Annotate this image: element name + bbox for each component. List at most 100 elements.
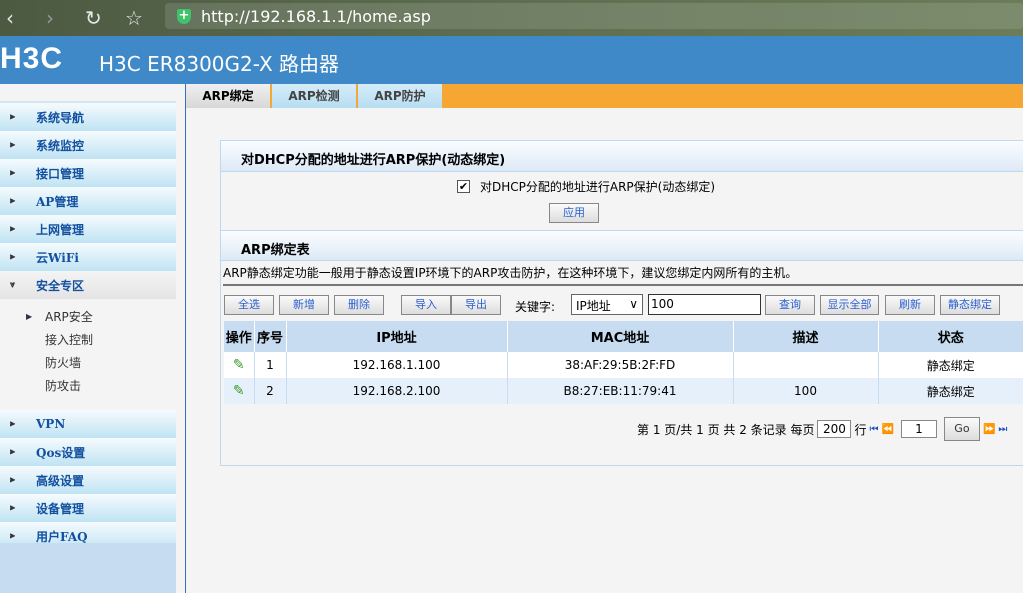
label: VPN: [36, 417, 66, 431]
cell-ip: 192.168.1.100: [286, 352, 508, 378]
sidebar: ⫸ 系统导航 ⫸ 系统监控 ⫸ 接口管理 ⫸ AP管理 ⫸ 上网管理 ⫸ 云WiFi ⩔ 安全…: [0, 84, 176, 593]
expand-icon: ⫸: [10, 503, 16, 513]
cell-mac: B8:27:EB:11:79:41: [507, 378, 734, 404]
section-dhcp-title: 对DHCP分配的地址进行ARP保护(动态绑定): [221, 141, 1023, 172]
tab-arp-protection[interactable]: ARP防护: [358, 84, 442, 108]
page-input[interactable]: 1: [900, 420, 937, 438]
collapse-icon: ⩔: [10, 280, 16, 290]
label: 防攻击: [45, 379, 82, 393]
h3c-logo: H3C: [0, 42, 64, 75]
submenu-access-control[interactable]: 接入控制: [0, 328, 176, 351]
show-all-button[interactable]: 显示全部: [820, 295, 879, 315]
section-arp-table-title: ARP绑定表: [221, 230, 1023, 261]
cell-ip: 192.168.2.100: [286, 378, 508, 404]
tab-arp-binding[interactable]: ARP绑定: [186, 84, 270, 108]
sidebar-item-advanced[interactable]: ⫸ 高级设置: [0, 466, 176, 494]
expand-icon: ⫸: [10, 140, 16, 150]
cell-status: 静态绑定: [878, 378, 1023, 404]
label: ARP安全: [45, 310, 93, 324]
back-icon[interactable]: ‹: [6, 6, 14, 30]
sidebar-item-device[interactable]: ⫸ 设备管理: [0, 494, 176, 522]
sidebar-item-interface[interactable]: ⫸ 接口管理: [0, 159, 176, 187]
static-bind-button[interactable]: 静态绑定: [940, 295, 1000, 315]
col-ip: IP地址: [286, 321, 508, 352]
selected-value: IP地址: [576, 299, 611, 313]
submenu-firewall[interactable]: 防火墙: [0, 351, 176, 374]
shield-icon: +: [177, 8, 191, 24]
delete-button[interactable]: 删除: [334, 295, 384, 315]
cell-no: 2: [254, 378, 287, 404]
table-row: ✎ 1 192.168.1.100 38:AF:29:5B:2F:FD 静态绑定: [224, 352, 1023, 378]
label: 接口管理: [36, 166, 85, 181]
submenu-arp-security[interactable]: ▶ ARP安全: [0, 305, 176, 328]
sidebar-item-security[interactable]: ⩔ 安全专区: [0, 271, 176, 299]
apply-button[interactable]: 应用: [549, 203, 599, 223]
add-button[interactable]: 新增: [279, 295, 329, 315]
tab-bar: ARP绑定 ARP检测 ARP防护: [186, 84, 1023, 108]
col-no: 序号: [254, 321, 287, 352]
sidebar-item-cloud-wifi[interactable]: ⫸ 云WiFi: [0, 243, 176, 271]
label: Qos设置: [36, 445, 86, 460]
url-text: http://192.168.1.1/home.asp: [201, 7, 431, 26]
label: AP管理: [36, 194, 79, 209]
label: 接入控制: [45, 333, 94, 347]
next-page-icon[interactable]: ⏩: [983, 424, 995, 435]
label: 系统导航: [36, 110, 85, 125]
sidebar-item-ap[interactable]: ⫸ AP管理: [0, 187, 176, 215]
page-title: H3C ER8300G2-X 路由器: [99, 52, 340, 76]
description: ARP静态绑定功能一般用于静态设置IP环境下的ARP攻击防护，在这种环境下，建议…: [223, 266, 798, 280]
cell-desc: [733, 352, 879, 378]
label: 用户FAQ: [36, 529, 88, 544]
go-button[interactable]: Go: [943, 417, 980, 441]
sidebar-item-monitor[interactable]: ⫸ 系统监控: [0, 131, 176, 159]
col-desc: 描述: [733, 321, 879, 352]
submenu-anti-attack[interactable]: 防攻击: [0, 374, 176, 397]
edit-pencil-icon[interactable]: ✎: [233, 357, 245, 373]
keyword-input[interactable]: 100: [648, 294, 761, 315]
per-page-input[interactable]: 200: [817, 420, 852, 438]
keyword-label: 关键字:: [515, 300, 556, 314]
dhcp-arp-checkbox[interactable]: ✔: [457, 180, 470, 193]
keyword-select[interactable]: IP地址 ∨: [571, 294, 643, 315]
expand-icon: ⫸: [10, 419, 16, 429]
label: 云WiFi: [36, 250, 79, 265]
export-button[interactable]: 导出: [451, 295, 501, 315]
sidebar-item-qos[interactable]: ⫸ Qos设置: [0, 438, 176, 466]
expand-icon: ⫸: [10, 531, 16, 541]
label: 设备管理: [36, 501, 85, 516]
last-page-icon[interactable]: ⏭: [998, 424, 1007, 435]
reload-icon[interactable]: ↻: [85, 6, 102, 30]
prev-page-icon[interactable]: ⏪: [881, 424, 893, 435]
sidebar-item-internet[interactable]: ⫸ 上网管理: [0, 215, 176, 243]
arp-table: 操作 序号 IP地址 MAC地址 描述 状态 ✎ 1 192.168.1.100…: [224, 321, 1023, 404]
cell-desc: 100: [733, 378, 879, 404]
app-header: H3C H3C ER8300G2-X 路由器: [0, 36, 1023, 84]
sidebar-item-nav[interactable]: ⫸ 系统导航: [0, 103, 176, 131]
table-row: ✎ 2 192.168.2.100 B8:27:EB:11:79:41 100 …: [224, 378, 1023, 404]
refresh-button[interactable]: 刷新: [885, 295, 935, 315]
import-button[interactable]: 导入: [401, 295, 451, 315]
cell-mac: 38:AF:29:5B:2F:FD: [507, 352, 734, 378]
label: 上网管理: [36, 222, 85, 237]
expand-icon: ⫸: [10, 447, 16, 457]
label: 防火墙: [45, 356, 82, 370]
star-icon[interactable]: ☆: [125, 6, 143, 30]
col-status: 状态: [878, 321, 1023, 352]
edit-pencil-icon[interactable]: ✎: [233, 383, 245, 399]
expand-icon: ⫸: [10, 196, 16, 206]
chevron-down-icon: ∨: [629, 297, 638, 311]
tab-arp-detection[interactable]: ARP检测: [272, 84, 356, 108]
col-mac: MAC地址: [507, 321, 734, 352]
expand-icon: ⫸: [10, 224, 16, 234]
expand-icon: ⫸: [10, 475, 16, 485]
sidebar-item-vpn[interactable]: ⫸ VPN: [0, 410, 176, 438]
search-button[interactable]: 查询: [765, 295, 815, 315]
row-label: 行: [854, 422, 867, 437]
browser-toolbar: ‹ › ↻ ☆ + http://192.168.1.1/home.asp: [0, 0, 1023, 36]
label: 系统监控: [36, 138, 85, 153]
forward-icon[interactable]: ›: [46, 6, 54, 30]
first-page-icon[interactable]: ⏮: [869, 424, 878, 435]
expand-icon: ⫸: [10, 168, 16, 178]
address-bar[interactable]: + http://192.168.1.1/home.asp: [165, 3, 1023, 29]
select-all-button[interactable]: 全选: [224, 295, 274, 315]
